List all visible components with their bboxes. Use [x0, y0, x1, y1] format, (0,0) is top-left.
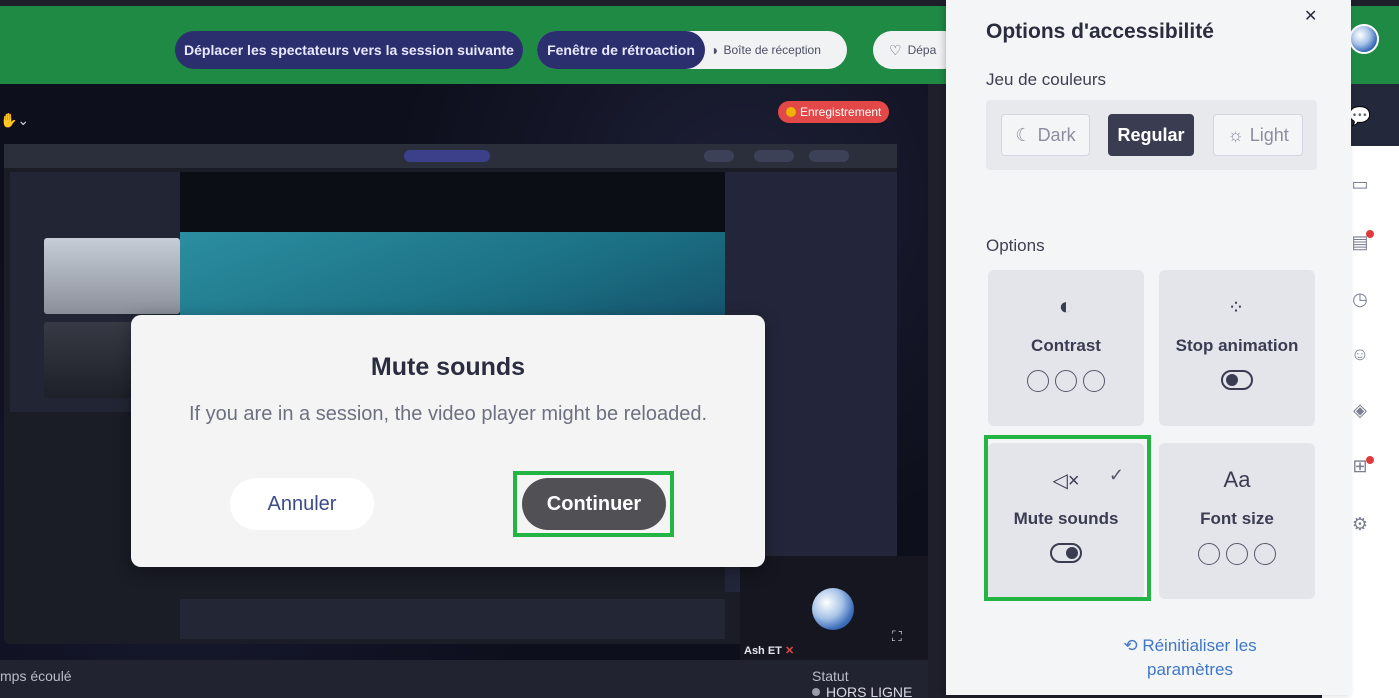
- level-circle[interactable]: [1027, 370, 1049, 392]
- level-circle[interactable]: [1055, 370, 1077, 392]
- panel-title: Options d'accessibilité: [986, 20, 1214, 43]
- status-label: Statut: [812, 668, 849, 684]
- scheme-dark-label: Dark: [1037, 124, 1076, 145]
- font-size-levels: [1198, 543, 1276, 565]
- level-circle[interactable]: [1083, 370, 1105, 392]
- video-thumbnail: [44, 238, 180, 314]
- avatar: [812, 588, 854, 630]
- recording-badge: Enregistrement: [778, 101, 890, 123]
- stop-animation-toggle[interactable]: [1221, 370, 1253, 390]
- sun-icon: ☼: [1227, 124, 1244, 145]
- reset-settings-link[interactable]: ⟲ Réinitialiser les paramètres: [1100, 634, 1280, 682]
- scheme-dark-button[interactable]: ☾ Dark: [1001, 114, 1090, 156]
- timer-icon[interactable]: ◷: [1348, 287, 1372, 311]
- self-video-tile: Ash ET ✕ ⛶: [740, 556, 928, 660]
- scheme-regular-button[interactable]: Regular: [1108, 114, 1194, 156]
- scheme-regular-label: Regular: [1117, 124, 1185, 145]
- mute-sounds-highlight: [984, 435, 1151, 601]
- heart-icon: ♡: [889, 41, 902, 58]
- notification-dot: [1366, 230, 1374, 238]
- font-size-icon: Aa: [1223, 467, 1251, 492]
- layers-icon[interactable]: ◈: [1348, 398, 1372, 422]
- close-icon[interactable]: ✕: [1304, 6, 1317, 26]
- qa-icon[interactable]: ▭: [1348, 172, 1372, 196]
- depart-label: Dépa: [907, 43, 937, 57]
- status-value: HORS LIGNE: [812, 684, 912, 698]
- dialog-message: If you are in a session, the video playe…: [188, 403, 708, 425]
- level-circle[interactable]: [1254, 543, 1276, 565]
- scheme-light-label: Light: [1249, 124, 1289, 145]
- elapsed-time-label: mps écoulé: [0, 668, 72, 684]
- stop-animation-label: Stop animation: [1175, 336, 1299, 355]
- shared-controls-bar: [180, 599, 725, 639]
- font-size-label: Font size: [1200, 509, 1274, 528]
- mic-muted-icon: ✕: [784, 645, 795, 657]
- feedback-inbox-group: Fenêtre de rétroaction ◗ Boîte de récept…: [537, 31, 847, 69]
- chat-icon[interactable]: 💬: [1348, 104, 1372, 128]
- feedback-window-label: Fenêtre de rétroaction: [547, 42, 695, 58]
- fullscreen-icon[interactable]: ⛶: [892, 628, 902, 645]
- option-contrast[interactable]: ◐ Contrast: [988, 270, 1144, 426]
- bottom-status-bar: mps écoulé Statut HORS LIGNE: [0, 660, 928, 698]
- recording-dot-icon: [786, 107, 796, 117]
- reset-settings-label: Réinitialiser les paramètres: [1142, 636, 1257, 679]
- continue-highlight: [513, 471, 674, 537]
- inbox-icon: ◗: [711, 42, 720, 58]
- contrast-label: Contrast: [1031, 336, 1101, 355]
- recording-label: Enregistrement: [800, 105, 882, 119]
- level-circle[interactable]: [1226, 543, 1248, 565]
- reset-icon: ⟲: [1123, 636, 1138, 655]
- moon-icon: ☾: [1015, 124, 1032, 145]
- settings-people-icon[interactable]: ⚙: [1348, 512, 1372, 536]
- scheme-light-button[interactable]: ☼ Light: [1213, 114, 1303, 156]
- contrast-icon: ◐: [1058, 293, 1074, 320]
- contrast-levels: [1027, 370, 1105, 392]
- self-name-label: Ash ET: [744, 645, 782, 657]
- inbox-label: Boîte de réception: [723, 43, 821, 57]
- notification-dot: [1366, 456, 1374, 464]
- status-dot-icon: [812, 688, 820, 696]
- move-viewers-label: Déplacer les spectateurs vers la session…: [184, 42, 514, 58]
- self-name: Ash ET ✕: [744, 644, 794, 657]
- feedback-window-button[interactable]: Fenêtre de rétroaction: [537, 31, 705, 69]
- hand-raise-icon[interactable]: ✋⌄: [0, 112, 29, 129]
- spinner-icon: ⁘: [1227, 296, 1247, 319]
- option-stop-animation[interactable]: ⁘ Stop animation: [1159, 270, 1315, 426]
- status-value-text: HORS LIGNE: [826, 684, 913, 698]
- option-font-size[interactable]: Aa Font size: [1159, 443, 1315, 599]
- people-icon[interactable]: ☺: [1348, 342, 1372, 366]
- move-viewers-button[interactable]: Déplacer les spectateurs vers la session…: [175, 31, 523, 69]
- level-circle[interactable]: [1198, 543, 1220, 565]
- options-label: Options: [986, 236, 1045, 255]
- cancel-button[interactable]: Annuler: [230, 478, 374, 530]
- inbox-button[interactable]: ◗ Boîte de réception: [705, 31, 847, 69]
- shared-screen-topbar: [4, 144, 897, 168]
- user-avatar[interactable]: [1349, 24, 1379, 54]
- color-scheme-group: ☾ Dark Regular ☼ Light: [986, 100, 1317, 170]
- dialog-title: Mute sounds: [370, 353, 526, 381]
- color-scheme-label: Jeu de couleurs: [986, 70, 1107, 89]
